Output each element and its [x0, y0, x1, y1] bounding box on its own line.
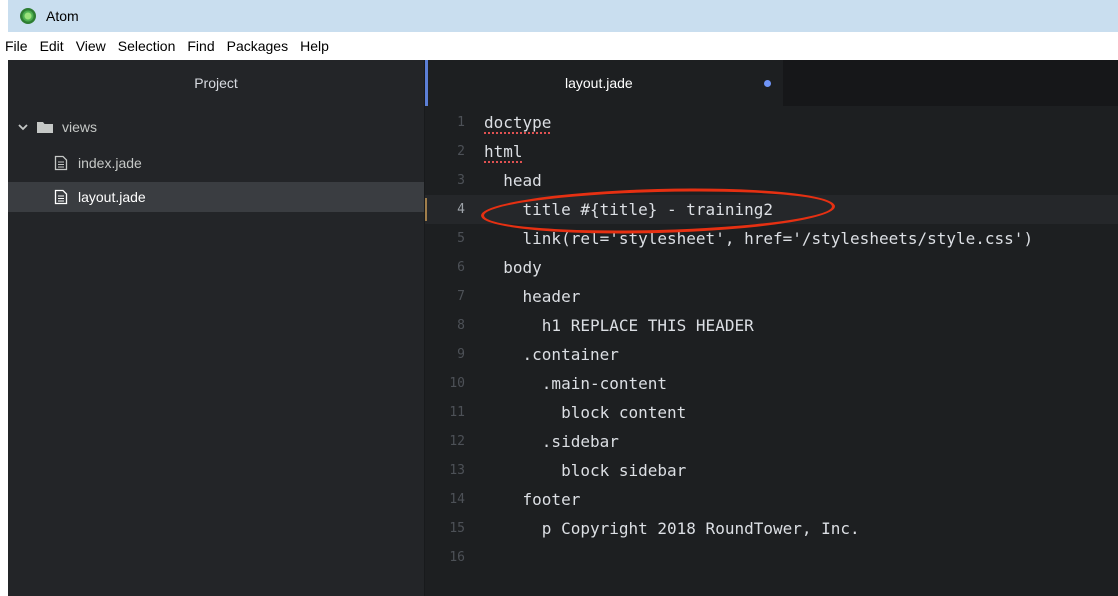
file-text-icon	[54, 189, 68, 205]
code-line[interactable]: 16	[425, 543, 1118, 572]
menu-selection[interactable]: Selection	[112, 32, 182, 60]
workspace: Project views index.jade layout.jade lay…	[8, 60, 1118, 596]
tree-file-layout-selected[interactable]: layout.jade	[8, 182, 424, 212]
menu-file[interactable]: File	[0, 32, 34, 60]
code-text: doctype	[484, 108, 551, 137]
code-line[interactable]: 11 block content	[425, 398, 1118, 427]
code-text: head	[484, 171, 542, 190]
project-panel-header[interactable]: Project	[8, 60, 424, 106]
code-line[interactable]: 12 .sidebar	[425, 427, 1118, 456]
tree-folder-label: views	[62, 119, 98, 135]
tree-file-index[interactable]: index.jade	[8, 148, 424, 178]
line-number: 12	[449, 434, 465, 449]
line-number: 14	[449, 492, 465, 507]
code-text: .sidebar	[484, 432, 619, 451]
line-number: 5	[457, 231, 465, 246]
line-number: 15	[449, 521, 465, 536]
menu-packages[interactable]: Packages	[221, 32, 294, 60]
code-line[interactable]: 10 .main-content	[425, 369, 1118, 398]
code-text: body	[484, 258, 542, 277]
file-text-icon	[54, 155, 68, 171]
window-title: Atom	[46, 8, 79, 24]
modified-indicator-icon[interactable]	[764, 80, 771, 87]
code-line[interactable]: 6 body	[425, 253, 1118, 282]
code-line[interactable]: 8 h1 REPLACE THIS HEADER	[425, 311, 1118, 340]
line-number: 9	[457, 347, 465, 362]
line-number: 11	[449, 405, 465, 420]
code-text: p Copyright 2018 RoundTower, Inc.	[484, 519, 860, 538]
tree-file-label: layout.jade	[78, 189, 146, 205]
line-number: 3	[457, 173, 465, 188]
tab-bar: layout.jade	[425, 60, 1118, 106]
line-number: 6	[457, 260, 465, 275]
line-number: 8	[457, 318, 465, 333]
tab-layout-jade[interactable]: layout.jade	[425, 60, 783, 106]
code-line[interactable]: 1 doctype	[425, 108, 1118, 137]
code-line[interactable]: 2 html	[425, 137, 1118, 166]
code-line[interactable]: 9 .container	[425, 340, 1118, 369]
code-text: .container	[484, 345, 619, 364]
tree-file-label: index.jade	[78, 155, 142, 171]
editor-pane: layout.jade 1 doctype 2 html 3 head 4 titl…	[425, 60, 1118, 596]
line-number: 4	[457, 202, 465, 217]
line-number: 7	[457, 289, 465, 304]
folder-icon	[37, 122, 53, 133]
code-token: html	[484, 142, 523, 161]
code-text: footer	[484, 490, 581, 509]
code-line[interactable]: 15 p Copyright 2018 RoundTower, Inc.	[425, 514, 1118, 543]
menu-edit[interactable]: Edit	[34, 32, 70, 60]
line-number: 1	[457, 115, 465, 130]
atom-logo-icon	[20, 8, 36, 24]
line-number: 13	[449, 463, 465, 478]
code-text: block sidebar	[484, 461, 687, 480]
chevron-down-icon[interactable]	[16, 120, 30, 134]
code-line[interactable]: 14 footer	[425, 485, 1118, 514]
code-text: header	[484, 287, 581, 306]
code-editor[interactable]: 1 doctype 2 html 3 head 4 title #{title} -…	[425, 108, 1118, 572]
menu-find[interactable]: Find	[181, 32, 220, 60]
code-line[interactable]: 7 header	[425, 282, 1118, 311]
menu-help[interactable]: Help	[294, 32, 335, 60]
tree-folder-views[interactable]: views	[8, 112, 424, 142]
code-text: block content	[484, 403, 687, 422]
code-text: .main-content	[484, 374, 668, 393]
code-text: h1 REPLACE THIS HEADER	[484, 316, 754, 335]
line-number: 2	[457, 144, 465, 159]
project-tree-panel: Project views index.jade layout.jade	[8, 60, 425, 596]
tab-label: layout.jade	[565, 75, 633, 91]
menu-view[interactable]: View	[70, 32, 112, 60]
code-line[interactable]: 13 block sidebar	[425, 456, 1118, 485]
line-number: 16	[449, 550, 465, 565]
code-text: html	[484, 137, 523, 166]
code-token: doctype	[484, 113, 552, 132]
line-number: 10	[449, 376, 465, 391]
title-bar: Atom	[0, 0, 1118, 32]
menu-bar: File Edit View Selection Find Packages H…	[0, 32, 1118, 60]
